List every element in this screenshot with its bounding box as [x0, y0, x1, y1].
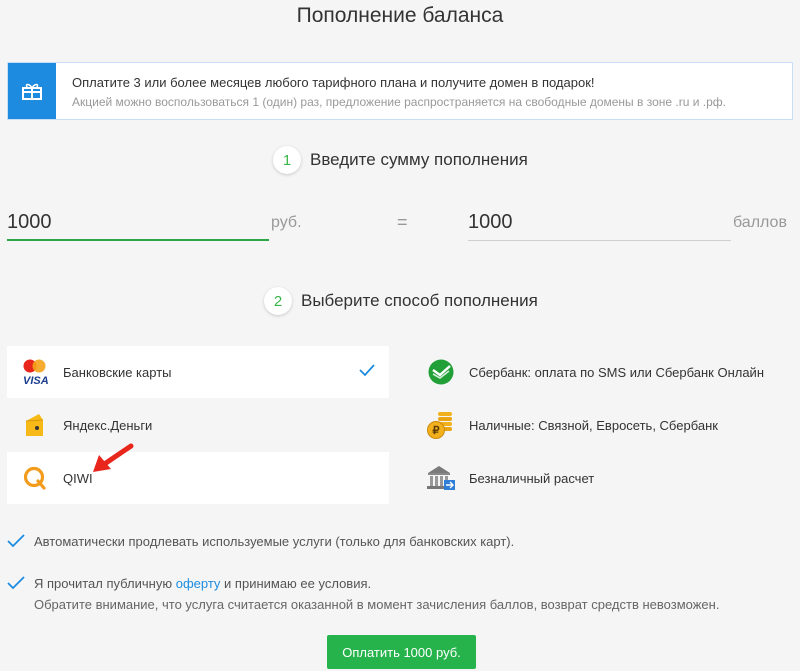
- method-bank-cards-label: Банковские карты: [63, 364, 172, 380]
- promo-banner: Оплатите 3 или более месяцев любого тари…: [7, 62, 793, 120]
- offer-text-after: и принимаю ее условия.: [224, 575, 372, 591]
- page-title: Пополнение баланса: [296, 4, 504, 27]
- step2-number: 2: [264, 287, 292, 315]
- method-sberbank[interactable]: Сбербанк: оплата по SMS или Сбербанк Онл…: [413, 346, 795, 398]
- promo-subtext: Акцией можно воспользоваться 1 (один) ра…: [72, 95, 726, 109]
- method-cashless-label: Безналичный расчет: [469, 470, 595, 486]
- step1-number: 1: [273, 146, 301, 174]
- coins-ruble-icon: ₽: [425, 409, 457, 441]
- method-sberbank-label: Сбербанк: оплата по SMS или Сбербанк Онл…: [469, 364, 765, 380]
- method-cash[interactable]: ₽ Наличные: Связной, Евросеть, Сбербанк: [413, 399, 795, 451]
- method-yandex-money[interactable]: Яндекс.Деньги: [7, 399, 389, 451]
- offer-option[interactable]: Я прочитал публичную оферту и принимаю е…: [7, 575, 371, 591]
- sberbank-icon: [425, 356, 457, 388]
- method-qiwi-label: QIWI: [63, 470, 93, 486]
- autorenew-option[interactable]: Автоматически продлевать используемые ус…: [7, 533, 514, 549]
- step2-header: 2 Выберите способ пополнения: [264, 287, 538, 315]
- refund-notice: Обратите внимание, что услуга считается …: [34, 597, 720, 612]
- amount-unit: руб.: [271, 214, 302, 231]
- promo-headline: Оплатите 3 или более месяцев любого тари…: [72, 75, 595, 90]
- svg-text:₽: ₽: [433, 425, 440, 437]
- method-cashless[interactable]: Безналичный расчет: [413, 452, 795, 504]
- mastercard-visa-icon: VISA: [19, 356, 51, 388]
- method-yandex-label: Яндекс.Деньги: [63, 417, 153, 433]
- gift-icon: [22, 83, 42, 100]
- method-bank-cards[interactable]: VISA Банковские карты: [7, 346, 389, 398]
- offer-text-before: Я прочитал публичную: [34, 575, 173, 591]
- equals-sign: =: [397, 212, 408, 232]
- offer-link[interactable]: оферту: [176, 576, 221, 591]
- offer-label: Я прочитал публичную оферту и принимаю е…: [34, 576, 371, 591]
- autorenew-label: Автоматически продлевать используемые ус…: [34, 533, 515, 549]
- checkmark-icon: [359, 364, 375, 377]
- method-cash-label: Наличные: Связной, Евросеть, Сбербанк: [469, 417, 718, 433]
- yandex-money-icon: [19, 409, 51, 441]
- offer-checkbox-icon[interactable]: [7, 575, 25, 591]
- method-qiwi[interactable]: QIWI: [7, 452, 389, 504]
- step1-label: Введите сумму пополнения: [310, 150, 528, 169]
- step1-header: 1 Введите сумму пополнения: [273, 146, 528, 174]
- step2-label: Выберите способ пополнения: [301, 291, 538, 310]
- promo-icon-box: [8, 63, 56, 119]
- pay-button[interactable]: Оплатить 1000 руб.: [327, 635, 476, 669]
- amount-input[interactable]: [7, 205, 269, 241]
- bank-building-icon: [425, 462, 457, 494]
- qiwi-icon: [19, 462, 51, 494]
- svg-text:VISA: VISA: [23, 375, 49, 386]
- points-input[interactable]: [468, 205, 731, 241]
- points-unit: баллов: [733, 214, 787, 231]
- annotation-arrow-icon: [93, 443, 134, 472]
- autorenew-checkbox-icon[interactable]: [7, 533, 25, 549]
